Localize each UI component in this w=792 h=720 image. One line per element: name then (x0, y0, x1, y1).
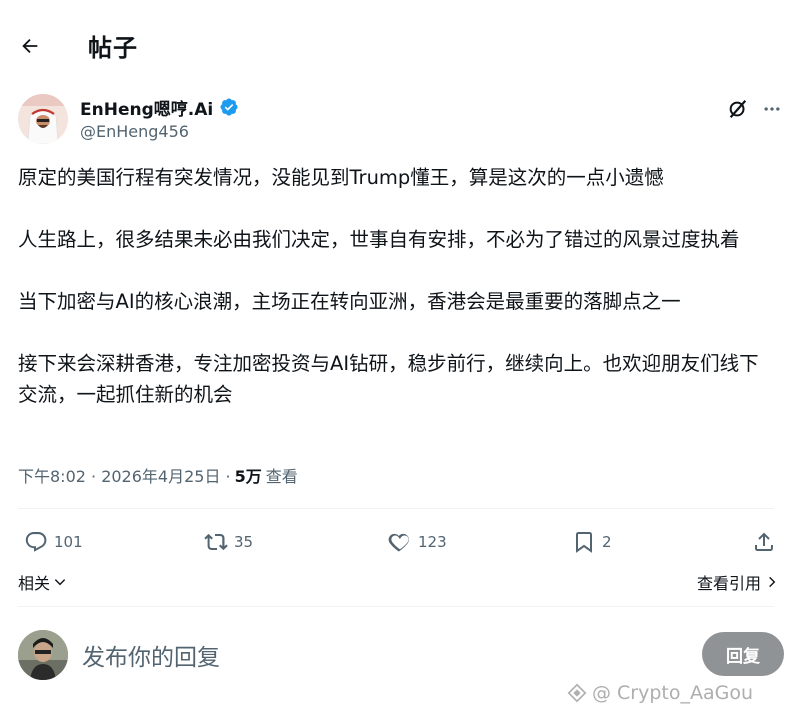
more-options-button[interactable] (758, 95, 786, 123)
related-link[interactable]: 相关 (18, 570, 67, 594)
bookmark-icon (576, 532, 592, 553)
reply-icon (25, 532, 47, 552)
author-avatar[interactable] (18, 94, 68, 144)
top-bar: 帖子 (0, 0, 792, 90)
repost-action-button[interactable]: 35 (204, 524, 253, 560)
view-quotes-link[interactable]: 查看引用 (697, 570, 779, 594)
grok-button[interactable] (724, 95, 752, 123)
chevron-down-icon (54, 579, 66, 586)
post-paragraph: 人生路上，很多结果未必由我们决定，世事自有安排，不必为了错过的风景过度执着 (18, 228, 740, 251)
post-paragraph: 当下加密与AI的核心浪潮，主场正在转向亚洲，香港会是最重要的落脚点之一 (18, 290, 681, 313)
watermark-logo-icon (567, 683, 587, 703)
repost-icon (204, 533, 228, 551)
author-name-line: EnHeng嗯哼.Ai (80, 95, 239, 120)
author-display-name[interactable]: EnHeng嗯哼.Ai (80, 95, 213, 120)
watermark-text: @ Crypto_AaGou (592, 682, 754, 704)
share-action-button[interactable] (752, 524, 782, 560)
arrow-left-icon (22, 38, 38, 54)
more-horizontal-icon (764, 107, 780, 111)
post-text: 原定的美国行程有突发情况，没能见到Trump懂王，算是这次的一点小遗憾 人生路上… (18, 162, 778, 441)
view-count: 5万 (234, 467, 262, 486)
author-handle[interactable]: @EnHeng456 (80, 122, 189, 141)
view-quotes-label: 查看引用 (697, 574, 762, 593)
heart-icon (388, 533, 409, 552)
post-timestamp[interactable]: 下午8:02 · 2026年4月25日 · (18, 463, 231, 487)
post-meta: 下午8:02 · 2026年4月25日 · 5万 查看 (18, 463, 298, 487)
like-action-button[interactable]: 123 (388, 524, 447, 560)
action-bar: 101 35 123 2 (18, 524, 778, 560)
reply-input[interactable]: 发布你的回复 (82, 638, 220, 672)
page-title: 帖子 (88, 34, 138, 62)
back-button[interactable] (14, 30, 46, 62)
post-paragraph: 原定的美国行程有突发情况，没能见到Trump懂王，算是这次的一点小遗憾 (18, 166, 664, 189)
post-paragraph: 接下来会深耕香港，专注加密投资与AI钻研，稳步前行，继续向上。也欢迎朋友们线下交… (18, 352, 759, 406)
view-label: 查看 (265, 467, 298, 486)
divider (18, 606, 774, 607)
reply-count: 101 (54, 533, 83, 551)
watermark: @ Crypto_AaGou (566, 682, 753, 704)
reply-action-button[interactable]: 101 (24, 524, 83, 560)
share-icon (755, 532, 773, 551)
like-count: 123 (418, 533, 447, 551)
grok-icon (729, 100, 747, 118)
chevron-right-icon (769, 576, 776, 588)
repost-count: 35 (234, 533, 254, 551)
divider (18, 508, 774, 509)
reply-submit-button[interactable]: 回复 (702, 632, 784, 676)
related-label: 相关 (18, 574, 51, 593)
bookmark-count: 2 (602, 533, 612, 551)
bookmark-action-button[interactable]: 2 (572, 524, 612, 560)
current-user-avatar[interactable] (18, 630, 68, 680)
verified-badge-icon (219, 97, 239, 117)
